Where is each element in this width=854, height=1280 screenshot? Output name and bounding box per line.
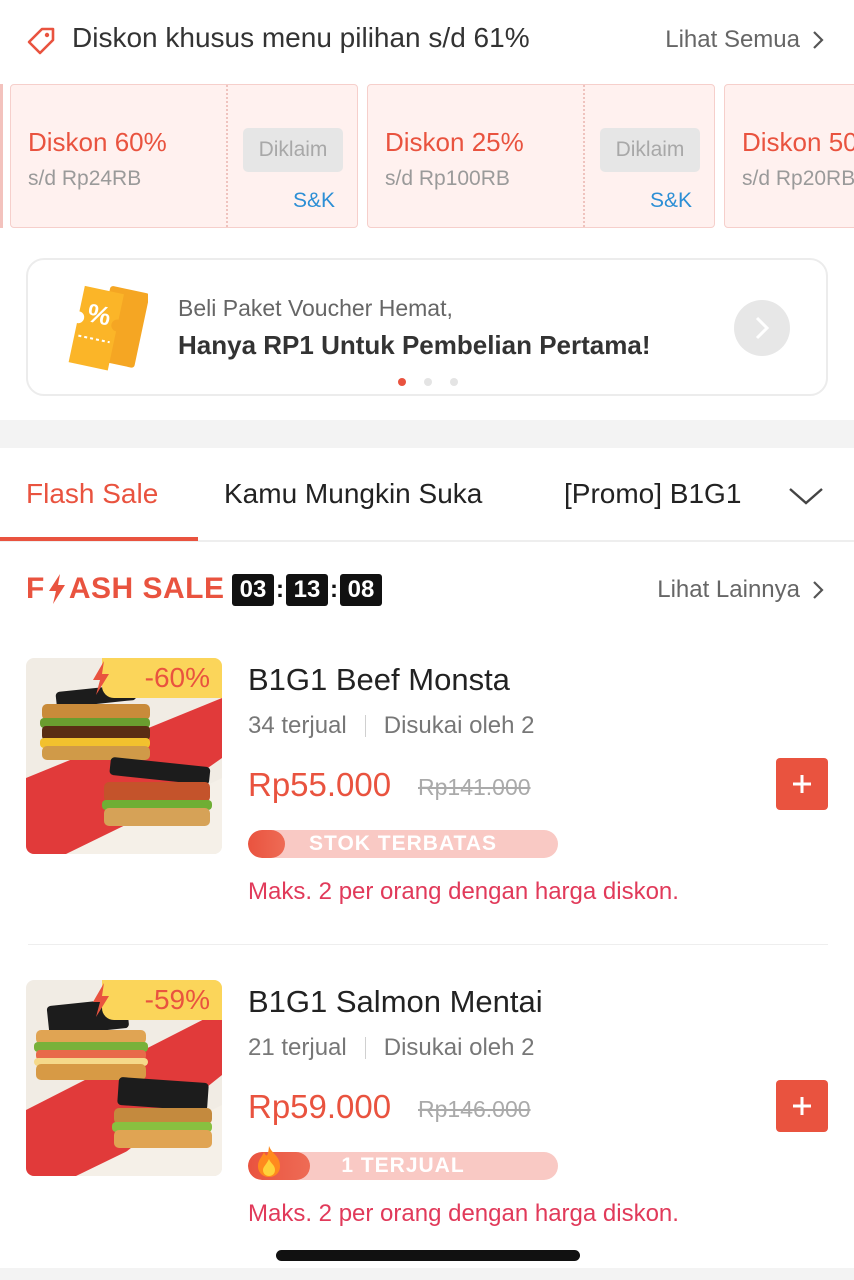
tag-icon (27, 27, 55, 55)
plus-icon (793, 775, 811, 793)
terms-link[interactable]: S&K (650, 189, 692, 213)
tab-promo-b1g1[interactable]: [Promo] B1G1 (564, 478, 741, 510)
flash-sale-header: F ASH SALE 03 : 13 : 08 Lihat Lainnya (0, 560, 854, 624)
stock-label: 1 TERJUAL (341, 1154, 465, 1177)
terms-link[interactable]: S&K (293, 189, 335, 213)
active-tab-indicator (0, 537, 198, 541)
voucher-package-banner[interactable]: % Beli Paket Voucher Hemat, Hanya RP1 Un… (26, 258, 828, 396)
sold-count: 21 terjual (248, 1034, 347, 1061)
banner-next-button[interactable] (734, 300, 790, 356)
flash-sale-logo: F ASH SALE (26, 572, 225, 606)
add-to-cart-button[interactable] (776, 1080, 828, 1132)
stock-label: STOK TERBATAS (308, 832, 497, 855)
voucher-subtitle: s/d Rp20RB (742, 167, 854, 190)
carousel-dots (398, 378, 458, 386)
purchase-limit-note: Maks. 2 per orang dengan harga diskon. (248, 1200, 679, 1227)
voucher-card[interactable]: Diskon 60% s/d Rp24RB Diklaim S&K (10, 84, 358, 228)
chevron-right-icon (755, 316, 770, 340)
countdown-timer: 03 : 13 : 08 (232, 574, 382, 606)
chevron-right-icon (813, 581, 824, 599)
stock-progress-bar: STOK TERBATAS (248, 830, 558, 858)
bottom-band (0, 1268, 854, 1280)
voucher-ticket-icon: % (68, 285, 148, 371)
claimed-button[interactable]: Diklaim (243, 128, 343, 172)
like-count: Disukai oleh 2 (383, 712, 535, 739)
voucher-subtitle: s/d Rp100RB (385, 167, 510, 190)
lightning-icon (48, 574, 65, 604)
countdown-hours: 03 (232, 574, 274, 606)
flash-sale-logo-text: ASH SALE (68, 572, 225, 605)
meta-separator (364, 715, 366, 737)
voucher-subtitle: s/d Rp24RB (28, 167, 142, 190)
see-more-label: Lihat Lainnya (657, 576, 800, 603)
home-indicator[interactable] (276, 1250, 580, 1261)
promo-header: Diskon khusus menu pilihan s/d 61% Lihat… (0, 0, 854, 84)
fire-icon (258, 1146, 280, 1177)
purchase-limit-note: Maks. 2 per orang dengan harga diskon. (248, 878, 679, 905)
countdown-separator: : (276, 576, 284, 603)
product-price: Rp59.000 (248, 1088, 392, 1125)
product-price: Rp55.000 (248, 766, 392, 803)
discount-badge: -59% (102, 980, 222, 1020)
meta-separator (364, 1037, 366, 1059)
voucher-divider (583, 85, 585, 227)
chevron-right-icon (813, 31, 824, 49)
product-card[interactable]: -59% B1G1 Salmon Mentai 21 terjual Disuk… (0, 980, 854, 1280)
original-price: Rp146.000 (418, 1096, 531, 1122)
voucher-title: Diskon 50 (742, 127, 854, 157)
voucher-divider (226, 85, 228, 227)
voucher-edge (0, 84, 3, 228)
product-divider (28, 944, 828, 945)
countdown-minutes: 13 (286, 574, 328, 606)
category-tabs: Flash Sale Kamu Mungkin Suka [Promo] B1G… (0, 448, 854, 542)
product-card[interactable]: -60% B1G1 Beef Monsta 34 terjual Disukai… (0, 658, 854, 958)
flash-sale-logo-f: F (26, 572, 45, 605)
tab-recommended[interactable]: Kamu Mungkin Suka (224, 478, 482, 510)
stock-progress-bar: 1 TERJUAL (248, 1152, 558, 1180)
claimed-button[interactable]: Diklaim (600, 128, 700, 172)
see-all-link[interactable]: Lihat Semua (665, 26, 824, 54)
product-image[interactable]: -60% (26, 658, 222, 854)
like-count: Disukai oleh 2 (383, 1034, 535, 1061)
carousel-dot (450, 378, 458, 386)
carousel-dot (398, 378, 406, 386)
banner-line2: Hanya RP1 Untuk Pembelian Pertama! (178, 330, 651, 360)
sold-count: 34 terjual (248, 712, 347, 739)
original-price: Rp141.000 (418, 774, 531, 800)
lightning-icon (93, 983, 109, 1017)
chevron-down-icon[interactable] (788, 486, 824, 506)
voucher-card[interactable]: Diskon 50 s/d Rp20RB (724, 84, 854, 228)
banner-line1: Beli Paket Voucher Hemat, (178, 295, 453, 321)
plus-icon (793, 1097, 811, 1115)
countdown-separator: : (330, 576, 338, 603)
tab-flash-sale[interactable]: Flash Sale (26, 478, 158, 510)
promo-title: Diskon khusus menu pilihan s/d 61% (72, 22, 530, 53)
discount-badge: -60% (102, 658, 222, 698)
carousel-dot (424, 378, 432, 386)
product-meta: 34 terjual Disukai oleh 2 (248, 712, 534, 740)
product-meta: 21 terjual Disukai oleh 2 (248, 1034, 534, 1062)
product-name[interactable]: B1G1 Beef Monsta (248, 662, 510, 698)
see-more-link[interactable]: Lihat Lainnya (657, 576, 824, 604)
voucher-title: Diskon 60% (28, 127, 167, 157)
product-name[interactable]: B1G1 Salmon Mentai (248, 984, 543, 1020)
see-all-label: Lihat Semua (665, 26, 800, 53)
lightning-icon (93, 661, 109, 695)
voucher-card[interactable]: Diskon 25% s/d Rp100RB Diklaim S&K (367, 84, 715, 228)
voucher-carousel[interactable]: Diskon 60% s/d Rp24RB Diklaim S&K Diskon… (0, 84, 854, 228)
countdown-seconds: 08 (340, 574, 382, 606)
add-to-cart-button[interactable] (776, 758, 828, 810)
voucher-title: Diskon 25% (385, 127, 524, 157)
product-image[interactable]: -59% (26, 980, 222, 1176)
section-separator (0, 420, 854, 448)
